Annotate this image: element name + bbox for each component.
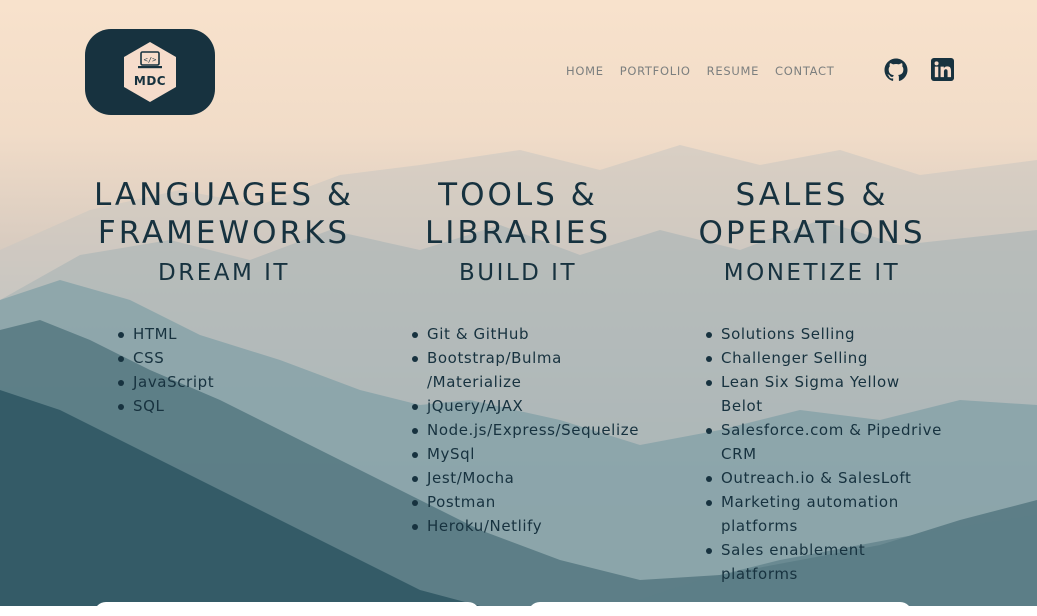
column-subtitle: BUILD IT	[458, 260, 578, 286]
list-item: JavaScript	[118, 370, 214, 394]
github-icon[interactable]	[884, 58, 908, 86]
bottom-card	[528, 602, 912, 616]
list-item: platforms	[721, 517, 798, 535]
column-title-line1: TOOLS &	[438, 177, 598, 213]
list-item: platforms	[721, 565, 798, 583]
list-item: Bootstrap/Bulma	[412, 346, 639, 370]
list-item: MySql	[412, 442, 639, 466]
list-item: Marketing automation	[706, 490, 942, 514]
column-title: SALES & OPERATIONS	[662, 176, 962, 252]
list-item: Git & GitHub	[412, 322, 639, 346]
list-item: Outreach.io & SalesLoft	[706, 466, 942, 490]
main-nav: HOME PORTFOLIO RESUME CONTACT	[566, 64, 834, 78]
skills-list: Solutions Selling Challenger Selling Lea…	[706, 322, 942, 586]
list-item: SQL	[118, 394, 214, 418]
list-item: Lean Six Sigma Yellow	[706, 370, 942, 394]
site-logo[interactable]: </> MDC	[85, 29, 215, 115]
code-screen-icon: </>	[144, 56, 157, 64]
column-subtitle: MONETIZE IT	[723, 260, 901, 286]
list-item: CSS	[118, 346, 214, 370]
nav-contact[interactable]: CONTACT	[775, 64, 834, 78]
column-title: LANGUAGES & FRAMEWORKS	[74, 176, 374, 252]
column-title-line1: SALES &	[735, 177, 889, 213]
list-item: Postman	[412, 490, 639, 514]
logo-hexagon: </> MDC	[121, 40, 179, 104]
skills-list: Git & GitHub Bootstrap/Bulma /Materializ…	[412, 322, 639, 538]
column-title-line2: FRAMEWORKS	[97, 215, 351, 251]
logo-text: MDC	[133, 74, 167, 88]
list-item: CRM	[721, 445, 757, 463]
nav-home[interactable]: HOME	[566, 64, 604, 78]
list-item: Belot	[721, 397, 763, 415]
column-subtitle: DREAM IT	[158, 260, 290, 286]
column-title-line2: OPERATIONS	[698, 215, 926, 251]
bottom-card	[94, 602, 480, 616]
nav-portfolio[interactable]: PORTFOLIO	[620, 64, 691, 78]
column-title-line1: LANGUAGES &	[93, 177, 355, 213]
list-item: /Materialize	[427, 373, 522, 391]
list-item: HTML	[118, 322, 214, 346]
skills-list: HTML CSS JavaScript SQL	[118, 322, 214, 418]
list-item: Heroku/Netlify	[412, 514, 639, 538]
column-languages: LANGUAGES & FRAMEWORKS DREAM IT HTML CSS…	[74, 176, 374, 415]
list-item: Sales enablement	[706, 538, 942, 562]
list-item: jQuery/AJAX	[412, 394, 639, 418]
column-title-line2: LIBRARIES	[424, 215, 612, 251]
column-tools: TOOLS & LIBRARIES BUILD IT Git & GitHub …	[368, 176, 668, 535]
nav-resume[interactable]: RESUME	[707, 64, 759, 78]
column-sales: SALES & OPERATIONS MONETIZE IT Solutions…	[662, 176, 962, 583]
list-item: Challenger Selling	[706, 346, 942, 370]
list-item: Jest/Mocha	[412, 466, 639, 490]
column-title: TOOLS & LIBRARIES	[368, 176, 668, 252]
list-item: Solutions Selling	[706, 322, 942, 346]
list-item: Salesforce.com & Pipedrive	[706, 418, 942, 442]
list-item: Node.js/Express/Sequelize	[412, 418, 639, 442]
linkedin-icon[interactable]	[931, 58, 954, 85]
